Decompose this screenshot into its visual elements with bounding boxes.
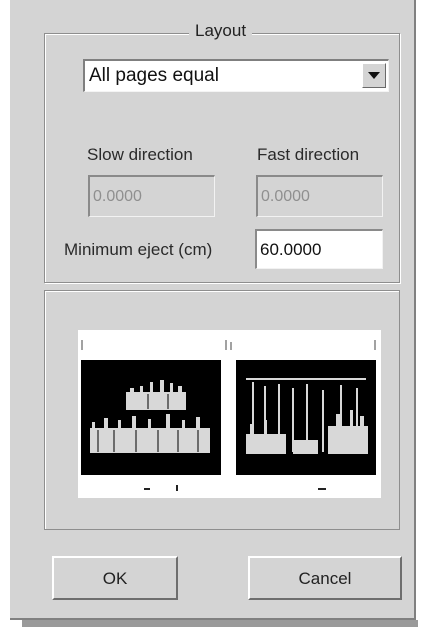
dropdown-button[interactable] — [362, 63, 386, 88]
preview-paper — [78, 330, 381, 498]
slow-direction-label: Slow direction — [87, 145, 193, 164]
minimum-eject-field[interactable] — [255, 229, 383, 269]
layout-mode-select[interactable]: All pages equal — [83, 59, 389, 92]
layout-group-title: Layout — [189, 21, 253, 41]
preview-pages-graphic — [81, 340, 376, 491]
fast-direction-label: Fast direction — [257, 145, 360, 164]
ok-button[interactable]: OK — [52, 556, 178, 600]
dialog-shadow — [22, 620, 418, 627]
slow-direction-field[interactable] — [88, 175, 215, 217]
minimum-eject-label: Minimum eject (cm) — [64, 240, 213, 259]
cancel-button[interactable]: Cancel — [248, 556, 402, 600]
chevron-down-icon — [368, 72, 380, 79]
fast-direction-field[interactable] — [256, 175, 383, 217]
layout-mode-value: All pages equal — [89, 65, 219, 86]
